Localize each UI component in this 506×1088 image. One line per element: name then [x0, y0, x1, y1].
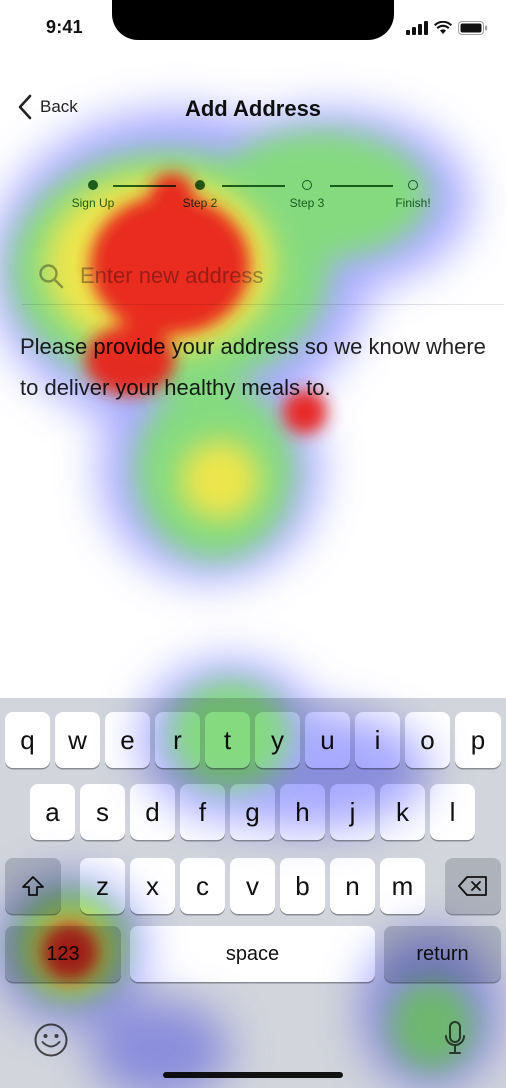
- key-d[interactable]: d: [130, 784, 175, 840]
- step-label: Step 2: [182, 196, 218, 210]
- page-title: Add Address: [184, 96, 322, 121]
- key-y[interactable]: y: [255, 712, 300, 768]
- home-indicator: [163, 1072, 343, 1078]
- step-1: Sign Up: [53, 172, 133, 210]
- step-label: Sign Up: [71, 196, 115, 210]
- step-dot-complete: [88, 180, 98, 190]
- progress-stepper: Sign Up Step 2 Step 3 Finish!: [0, 172, 506, 222]
- numbers-key[interactable]: 123: [5, 926, 121, 982]
- step-4: Finish!: [373, 172, 453, 210]
- address-search-bar: [22, 248, 504, 305]
- emoji-icon[interactable]: [33, 1022, 69, 1058]
- key-o[interactable]: o: [405, 712, 450, 768]
- key-l[interactable]: l: [430, 784, 475, 840]
- key-i[interactable]: i: [355, 712, 400, 768]
- key-t[interactable]: t: [205, 712, 250, 768]
- key-h[interactable]: h: [280, 784, 325, 840]
- step-dot-pending: [408, 180, 418, 190]
- phone-screen: 9:41 Back Add Address Sign Up Step 2 Ste…: [0, 0, 506, 1088]
- step-dot-pending: [302, 180, 312, 190]
- return-key[interactable]: return: [384, 926, 501, 982]
- backspace-key[interactable]: [445, 858, 501, 914]
- space-key[interactable]: space: [130, 926, 375, 982]
- key-a[interactable]: a: [30, 784, 75, 840]
- search-icon: [39, 264, 64, 289]
- key-e[interactable]: e: [105, 712, 150, 768]
- status-icons: [406, 20, 488, 36]
- key-m[interactable]: m: [380, 858, 425, 914]
- step-3: Step 3: [267, 172, 347, 210]
- key-b[interactable]: b: [280, 858, 325, 914]
- key-k[interactable]: k: [380, 784, 425, 840]
- onscreen-keyboard: q w e r t y u i o p a s d f g h j k l z …: [0, 698, 506, 1088]
- key-p[interactable]: p: [455, 712, 501, 768]
- navigation-bar: Back Add Address: [0, 84, 506, 134]
- step-dot-current: [195, 180, 205, 190]
- signal-icon: [406, 21, 428, 35]
- shift-icon: [22, 876, 44, 896]
- instruction-text: Please provide your address so we know w…: [20, 334, 486, 400]
- key-n[interactable]: n: [330, 858, 375, 914]
- key-c[interactable]: c: [180, 858, 225, 914]
- shift-key[interactable]: [5, 858, 61, 914]
- key-s[interactable]: s: [80, 784, 125, 840]
- key-v[interactable]: v: [230, 858, 275, 914]
- step-2: Step 2: [160, 172, 240, 210]
- key-q[interactable]: q: [5, 712, 50, 768]
- key-w[interactable]: w: [55, 712, 100, 768]
- key-z[interactable]: z: [80, 858, 125, 914]
- notch: [112, 0, 394, 40]
- key-f[interactable]: f: [180, 784, 225, 840]
- key-x[interactable]: x: [130, 858, 175, 914]
- wifi-icon: [434, 21, 452, 34]
- status-time: 9:41: [46, 17, 83, 37]
- backspace-icon: [458, 876, 487, 896]
- address-input[interactable]: [78, 262, 482, 290]
- microphone-icon[interactable]: [443, 1020, 467, 1058]
- step-label: Finish!: [395, 196, 431, 210]
- key-j[interactable]: j: [330, 784, 375, 840]
- key-r[interactable]: r: [155, 712, 200, 768]
- key-u[interactable]: u: [305, 712, 350, 768]
- step-label: Step 3: [289, 196, 325, 210]
- battery-icon: [458, 21, 488, 35]
- key-g[interactable]: g: [230, 784, 275, 840]
